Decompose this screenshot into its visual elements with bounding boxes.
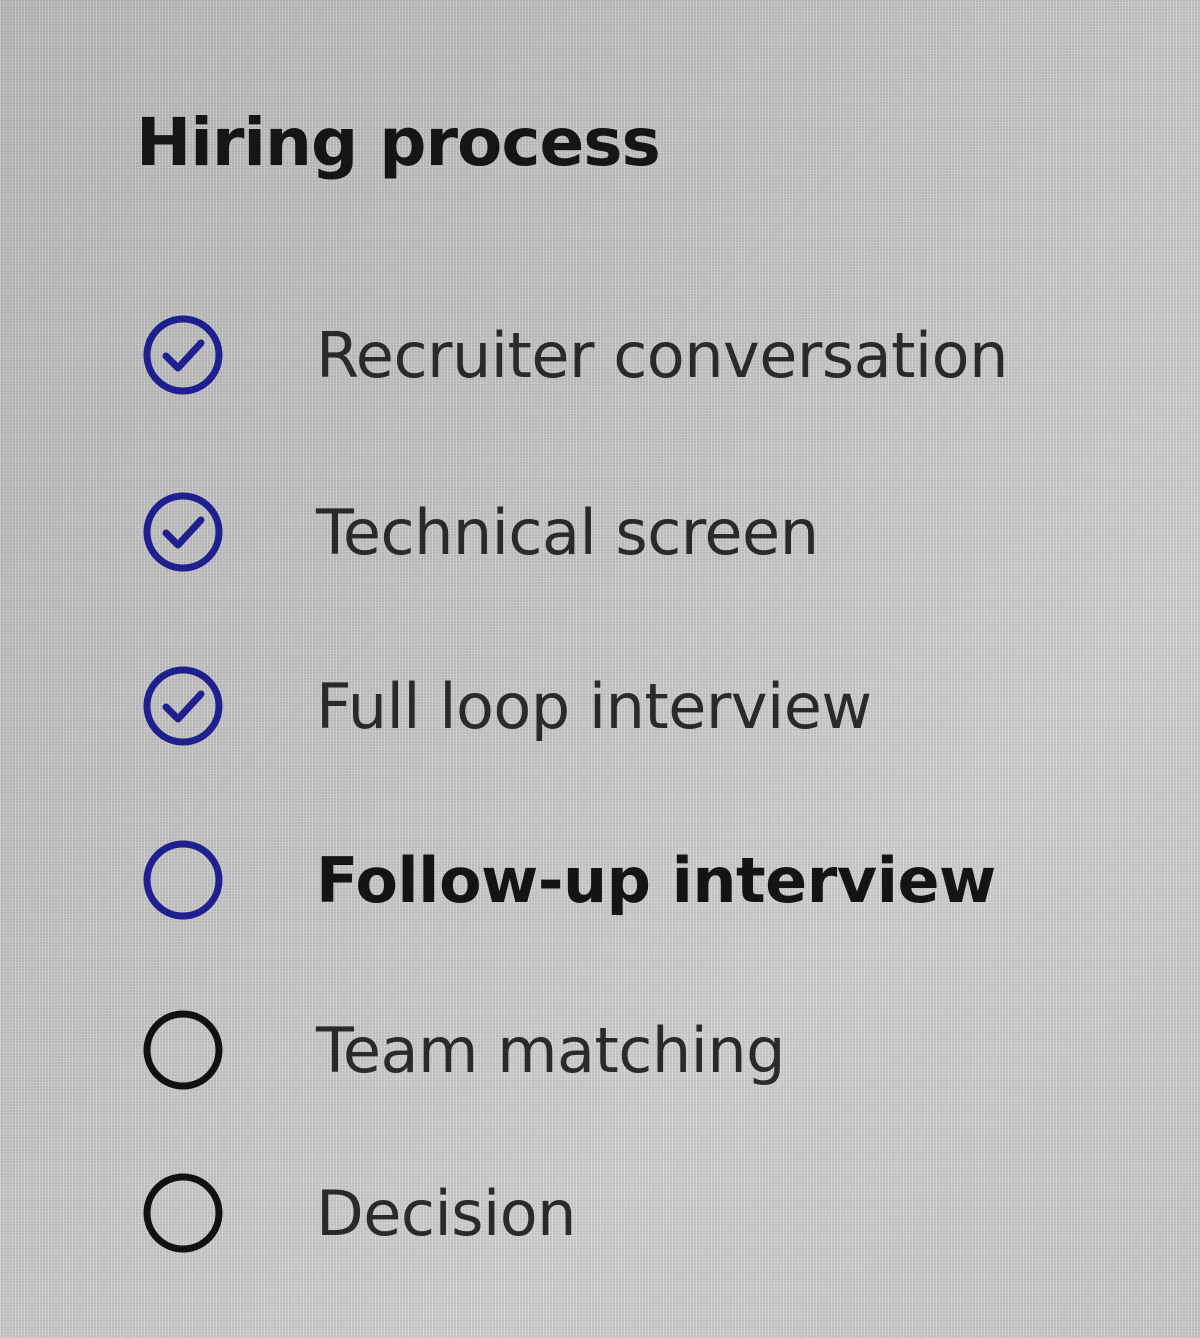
- step-team-matching: Team matching: [140, 1000, 786, 1100]
- check-circle-icon: [143, 492, 223, 572]
- check-circle-icon: [143, 666, 223, 746]
- step-label: Technical screen: [316, 495, 819, 569]
- step-label: Follow-up interview: [316, 843, 996, 917]
- empty-circle-icon: [143, 1010, 223, 1090]
- step-decision: Decision: [140, 1163, 576, 1263]
- step-follow-up-interview: Follow-up interview: [140, 830, 996, 930]
- check-circle-icon: [143, 315, 223, 395]
- hiring-steps-list: Recruiter conversation Technical screen …: [0, 0, 1200, 1338]
- step-label: Team matching: [316, 1013, 786, 1087]
- step-label: Full loop interview: [316, 669, 872, 743]
- empty-circle-icon: [143, 1173, 223, 1253]
- step-recruiter-conversation: Recruiter conversation: [140, 305, 1008, 405]
- step-label: Decision: [316, 1176, 576, 1250]
- step-label: Recruiter conversation: [316, 318, 1008, 392]
- empty-circle-icon: [143, 840, 223, 920]
- step-technical-screen: Technical screen: [140, 482, 819, 582]
- step-full-loop-interview: Full loop interview: [140, 656, 872, 756]
